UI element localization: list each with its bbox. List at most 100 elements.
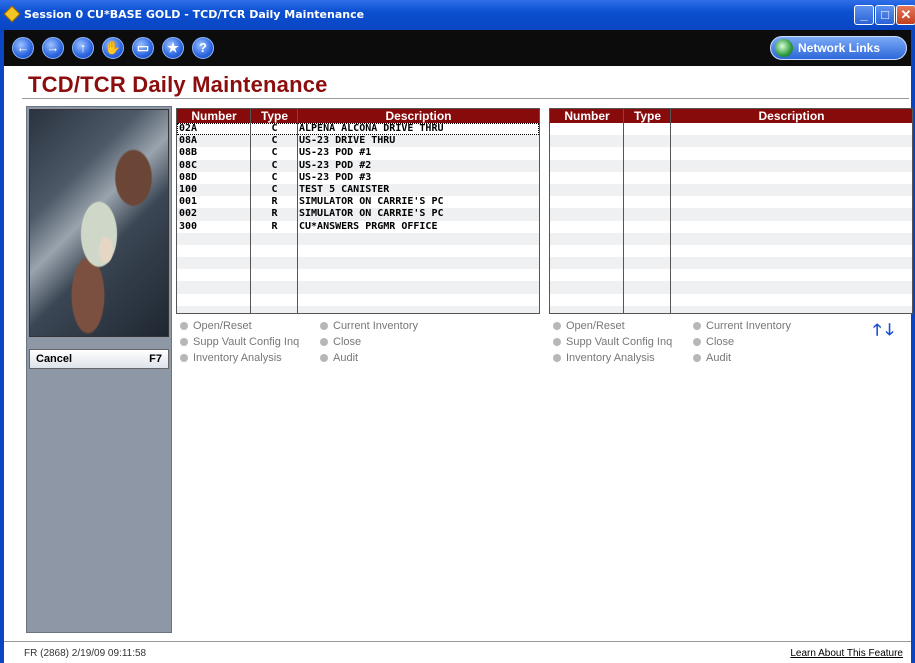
cell-number: 100 (179, 183, 198, 195)
table-row[interactable]: 08A C US-23 DRIVE THRU (177, 135, 539, 148)
maximize-button[interactable]: □ (875, 5, 895, 25)
header-type[interactable]: Type (624, 109, 671, 123)
cancel-label: Cancel (36, 353, 73, 365)
action-audit[interactable]: Audit (320, 352, 358, 364)
table-row[interactable] (550, 281, 912, 294)
table-row[interactable] (177, 245, 539, 257)
minimize-icon: _ (860, 7, 868, 22)
column-divider (623, 109, 624, 313)
table-row[interactable]: 300 R CU*ANSWERS PRGMR OFFICE (177, 221, 539, 233)
table-row[interactable] (550, 183, 912, 197)
action-current-inventory[interactable]: Current Inventory (320, 320, 418, 332)
table-row[interactable]: 002 R SIMULATOR ON CARRIE'S PC (177, 208, 539, 221)
left-device-grid[interactable]: Number Type Description 02A C ALPENA ALCON… (176, 108, 540, 314)
action-open-reset[interactable]: Open/Reset (553, 320, 625, 332)
close-button[interactable]: ✕ (896, 5, 915, 25)
table-row[interactable] (550, 147, 912, 159)
table-row[interactable] (177, 294, 539, 306)
cell-description: US-23 POD #3 (299, 171, 372, 183)
action-current-inventory[interactable]: Current Inventory (693, 320, 791, 332)
table-row[interactable] (177, 257, 539, 270)
action-label: Audit (706, 352, 732, 364)
star-button[interactable]: ★ (162, 37, 184, 59)
table-row[interactable] (550, 159, 912, 172)
help-button[interactable]: ? (192, 37, 214, 59)
forward-arrow-button[interactable]: → (42, 37, 64, 59)
star-icon: ★ (167, 40, 179, 55)
header-number[interactable]: Number (177, 109, 251, 123)
bullet-icon (693, 338, 701, 346)
cancel-key: F7 (149, 353, 162, 365)
table-row[interactable] (550, 123, 912, 135)
app-icon (3, 5, 21, 23)
hand-icon: ✋ (104, 40, 122, 55)
help-icon: ? (199, 40, 207, 55)
cell-type: C (271, 123, 278, 134)
header-number[interactable]: Number (550, 109, 624, 123)
cell-description: US-23 POD #1 (299, 147, 372, 159)
title-bar: Session 0 CU*BASE GOLD - TCD/TCR Daily M… (0, 0, 915, 30)
action-inventory-analysis[interactable]: Inventory Analysis (553, 352, 655, 364)
table-row[interactable] (550, 221, 912, 233)
header-description[interactable]: Description (298, 109, 539, 123)
action-supp-vault-config-inq[interactable]: Supp Vault Config Inq (180, 336, 299, 348)
table-row[interactable]: 08B C US-23 POD #1 (177, 147, 539, 159)
maximize-icon: □ (881, 7, 889, 22)
table-row[interactable] (550, 196, 912, 208)
action-supp-vault-config-inq[interactable]: Supp Vault Config Inq (553, 336, 672, 348)
table-row[interactable] (550, 269, 912, 281)
printer-icon: ▭ (136, 40, 150, 55)
back-arrow-button[interactable]: ← (12, 37, 34, 59)
table-row[interactable] (550, 294, 912, 306)
bullet-icon (320, 354, 328, 362)
title-divider (22, 98, 909, 99)
paging-arrows: 🡑 🡓 (873, 319, 894, 346)
table-row[interactable] (550, 257, 912, 270)
network-links-label: Network Links (798, 41, 881, 55)
learn-about-link[interactable]: Learn About This Feature (790, 648, 903, 659)
cell-number: 02A (179, 123, 198, 134)
cell-description: SIMULATOR ON CARRIE'S PC (299, 208, 444, 220)
table-row[interactable] (550, 305, 912, 313)
action-label: Open/Reset (566, 320, 625, 332)
table-row[interactable]: 100 C TEST 5 CANISTER (177, 183, 539, 197)
table-row[interactable] (177, 281, 539, 294)
cell-type: C (271, 147, 278, 159)
table-row[interactable] (177, 232, 539, 245)
table-row[interactable] (550, 208, 912, 221)
cell-type: C (271, 183, 278, 195)
bullet-icon (180, 338, 188, 346)
table-row[interactable] (550, 245, 912, 257)
action-audit[interactable]: Audit (693, 352, 731, 364)
table-row[interactable] (550, 172, 912, 184)
action-label: Supp Vault Config Inq (193, 336, 300, 348)
network-links-button[interactable]: Network Links (770, 36, 907, 60)
cell-number: 08D (179, 171, 198, 183)
hand-button[interactable]: ✋ (102, 37, 124, 59)
table-row[interactable] (177, 269, 539, 281)
action-label: Supp Vault Config Inq (566, 336, 673, 348)
table-row[interactable]: 001 R SIMULATOR ON CARRIE'S PC (177, 196, 539, 208)
up-arrow-icon: ↑ (79, 40, 87, 55)
page-down-icon[interactable]: 🡓 (885, 322, 893, 339)
table-row[interactable] (550, 232, 912, 245)
action-close[interactable]: Close (320, 336, 361, 348)
minimize-button[interactable]: _ (854, 5, 874, 25)
table-row[interactable] (177, 305, 539, 313)
bullet-icon (320, 338, 328, 346)
header-type[interactable]: Type (251, 109, 298, 123)
action-close[interactable]: Close (693, 336, 734, 348)
header-description[interactable]: Description (671, 109, 912, 123)
action-inventory-analysis[interactable]: Inventory Analysis (180, 352, 282, 364)
bullet-icon (180, 354, 188, 362)
action-open-reset[interactable]: Open/Reset (180, 320, 252, 332)
table-row[interactable]: 08D C US-23 POD #3 (177, 172, 539, 184)
printer-button[interactable]: ▭ (132, 37, 154, 59)
table-row[interactable]: 02A C ALPENA ALCONA DRIVE THRU (177, 123, 539, 136)
table-row[interactable]: 08C C US-23 POD #2 (177, 159, 539, 172)
right-device-grid[interactable]: Number Type Description (549, 108, 913, 314)
table-row[interactable] (550, 135, 912, 148)
up-arrow-button[interactable]: ↑ (72, 37, 94, 59)
page-up-icon[interactable]: 🡑 (873, 322, 881, 339)
cancel-button[interactable]: Cancel F7 (29, 349, 169, 369)
